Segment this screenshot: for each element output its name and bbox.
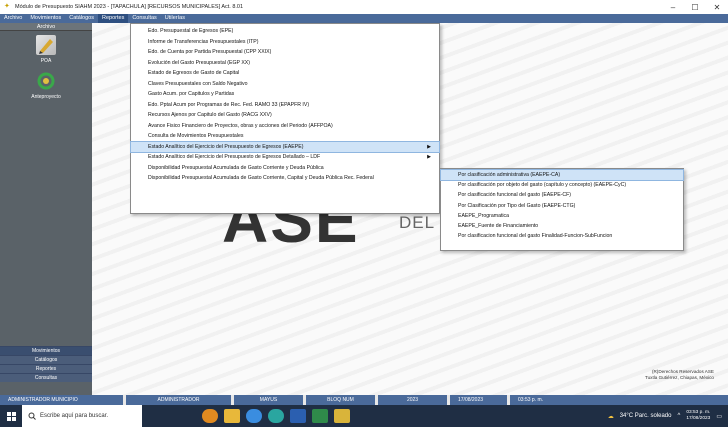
taskbar-apps bbox=[202, 409, 350, 423]
start-button[interactable] bbox=[0, 405, 22, 427]
weather-icon[interactable]: ☁ bbox=[608, 413, 614, 420]
menu-reportes[interactable]: Reportes bbox=[98, 14, 129, 23]
menu-item-eaepe-ldf[interactable]: Estado Analítico del Ejercicio del Presu… bbox=[131, 152, 439, 163]
status-date: 17/08/2023 bbox=[450, 395, 510, 405]
submenu-item-finalidad-funcion[interactable]: Por clasificacion funcional del gasto Fi… bbox=[441, 231, 683, 241]
submenu-item-eaepe-ctg[interactable]: Por Clasificación por Tipo del Gasto (EA… bbox=[441, 201, 683, 211]
status-numlock: BLOQ NUM bbox=[306, 395, 378, 405]
sidebar-nav-catalogos[interactable]: Catálogos bbox=[0, 355, 92, 364]
search-placeholder: Escribe aquí para buscar. bbox=[40, 413, 109, 419]
submenu-arrow-icon: ▶ bbox=[427, 143, 431, 150]
eaepe-submenu: Por clasificación administrativa (EAEPE-… bbox=[440, 168, 684, 251]
status-caps: MAYUS bbox=[234, 395, 306, 405]
submenu-item-eaepe-cf[interactable]: Por clasificación funcional del gasto (E… bbox=[441, 190, 683, 200]
submenu-item-programatica[interactable]: EAEPE_Programatica bbox=[441, 211, 683, 221]
menu-utilerias[interactable]: Utilerías bbox=[161, 14, 189, 23]
status-bar: ADMINISTRADOR MUNICIPIO ADMINISTRADOR MA… bbox=[0, 395, 728, 405]
menu-archivo[interactable]: Archivo bbox=[0, 14, 26, 23]
submenu-item-eaepe-cyc[interactable]: Por clasificación por objeto del gasto (… bbox=[441, 180, 683, 190]
submenu-arrow-icon: ▶ bbox=[427, 154, 431, 160]
sidebar-bottom-nav: Movimientos Catálogos Reportes Consultas bbox=[0, 346, 92, 382]
copyright-line: Tuxtla Gutiérrez, Chiapas, México bbox=[644, 375, 714, 380]
search-icon bbox=[28, 412, 36, 420]
menu-item-cpp[interactable]: Edo. de Cuenta por Partida Presupuestal … bbox=[131, 47, 439, 58]
menu-item-disponibilidad-deuda[interactable]: Disponibilidad Presupuestal Acumulada de… bbox=[131, 163, 439, 174]
sidebar-tool-anteproyecto[interactable]: Anteproyecto bbox=[0, 67, 92, 103]
minimize-button[interactable]: – bbox=[662, 3, 684, 12]
taskbar-clock[interactable]: 03:53 p. m. 17/08/2023 bbox=[686, 410, 710, 422]
sidebar-nav-consultas[interactable]: Consultas bbox=[0, 373, 92, 382]
notifications-icon[interactable]: ▭ bbox=[716, 413, 722, 420]
cycle-arrows-icon bbox=[37, 72, 55, 89]
menu-item-egp[interactable]: Evolución del Gasto Presupuestal (EGP XX… bbox=[131, 58, 439, 69]
menu-item-label: Estado Analítico del Ejercicio del Presu… bbox=[148, 154, 321, 160]
menu-bar: Archivo Movimientos Catálogos Reportes C… bbox=[0, 14, 728, 23]
maximize-button[interactable]: ☐ bbox=[684, 3, 706, 12]
sidebar-tool-label: Anteproyecto bbox=[31, 93, 61, 100]
pencil-icon bbox=[39, 38, 53, 54]
menu-item-epe[interactable]: Edo. Presupuestal de Egresos (EPE) bbox=[131, 26, 439, 37]
menu-item-label: Estado Analítico del Ejercicio del Presu… bbox=[148, 143, 304, 150]
status-user: ADMINISTRADOR bbox=[126, 395, 234, 405]
weather-text[interactable]: 34°C Parc. soleado bbox=[620, 413, 672, 419]
tray-chevron-icon[interactable]: ^ bbox=[677, 413, 680, 419]
menu-item-eaepe[interactable]: Estado Analítico del Ejercicio del Presu… bbox=[130, 140, 440, 153]
menu-item-epapfr[interactable]: Edo. Pptal Acum por Programas de Rec. Fe… bbox=[131, 100, 439, 111]
reportes-dropdown-menu: Edo. Presupuestal de Egresos (EPE) Infor… bbox=[130, 23, 440, 214]
menu-movimientos[interactable]: Movimientos bbox=[26, 14, 65, 23]
window-title: Módulo de Presupuesto SIAHM 2023 - [TAPA… bbox=[15, 4, 244, 10]
taskbar-search[interactable]: Escribe aquí para buscar. bbox=[22, 405, 142, 427]
menu-item-disponibilidad-federal[interactable]: Disponibilidad Presupuestal Acumulada de… bbox=[131, 173, 439, 184]
menu-item-saldo-negativo[interactable]: Claves Presupuestales con Saldo Negativo bbox=[131, 79, 439, 90]
windows-taskbar: Escribe aquí para buscar. ☁ 34°C Parc. s… bbox=[0, 405, 728, 427]
siahm-app-icon[interactable] bbox=[334, 409, 350, 423]
windows-logo-icon bbox=[6, 411, 16, 421]
file-explorer-icon[interactable] bbox=[224, 409, 240, 423]
status-time: 03:53 p. m. bbox=[518, 397, 544, 403]
submenu-item-fuente-financiamiento[interactable]: EAEPE_Fuente de Financiamiento bbox=[441, 221, 683, 231]
menu-catalogos[interactable]: Catálogos bbox=[65, 14, 98, 23]
anteproyecto-icon bbox=[36, 70, 56, 91]
menu-item-consulta-movimientos[interactable]: Consulta de Movimientos Presupuestales bbox=[131, 131, 439, 142]
sidebar-tool-label: POA bbox=[40, 57, 52, 64]
copyright-notice: (R)Derechos Reservados ASE Tuxtla Gutiér… bbox=[645, 369, 714, 381]
status-year: 2023 bbox=[378, 395, 450, 405]
app-icon: ✦ bbox=[4, 3, 10, 10]
excel-icon[interactable] bbox=[312, 409, 328, 423]
title-bar: ✦ Módulo de Presupuesto SIAHM 2023 - [TA… bbox=[0, 0, 728, 14]
system-tray: ☁ 34°C Parc. soleado ^ 03:53 p. m. 17/08… bbox=[608, 410, 728, 422]
sidebar: Archivo POA Anteproyecto Movimientos Cat… bbox=[0, 23, 92, 395]
close-button[interactable]: ✕ bbox=[706, 3, 728, 12]
sidebar-header[interactable]: Archivo bbox=[0, 23, 92, 31]
sidebar-nav-movimientos[interactable]: Movimientos bbox=[0, 346, 92, 355]
sidebar-nav-reportes[interactable]: Reportes bbox=[0, 364, 92, 373]
menu-item-gasto-acum[interactable]: Gasto Acum. por Capitulos y Partidas bbox=[131, 89, 439, 100]
menu-consultas[interactable]: Consultas bbox=[128, 14, 160, 23]
menu-item-gasto-capital[interactable]: Estado de Egresos de Gasto de Capital bbox=[131, 68, 439, 79]
status-user-role: ADMINISTRADOR MUNICIPIO bbox=[0, 395, 126, 405]
chrome-icon[interactable] bbox=[246, 409, 262, 423]
edge-icon[interactable] bbox=[268, 409, 284, 423]
window-controls: – ☐ ✕ bbox=[662, 3, 728, 12]
poa-icon bbox=[36, 34, 56, 55]
sidebar-tool-poa[interactable]: POA bbox=[0, 31, 92, 67]
word-icon[interactable] bbox=[290, 409, 306, 423]
submenu-item-eaepe-ca[interactable]: Por clasificación administrativa (EAEPE-… bbox=[440, 168, 684, 182]
task-view-icon[interactable] bbox=[202, 409, 218, 423]
menu-item-racg[interactable]: Recursos Ajenos por Capitulo del Gasto (… bbox=[131, 110, 439, 121]
menu-item-affpoa[interactable]: Avance Fisico Financiero de Proyectos, o… bbox=[131, 121, 439, 132]
clock-date: 17/08/2023 bbox=[686, 416, 711, 421]
menu-item-itp[interactable]: Informe de Transferencias Presupuestales… bbox=[131, 37, 439, 48]
